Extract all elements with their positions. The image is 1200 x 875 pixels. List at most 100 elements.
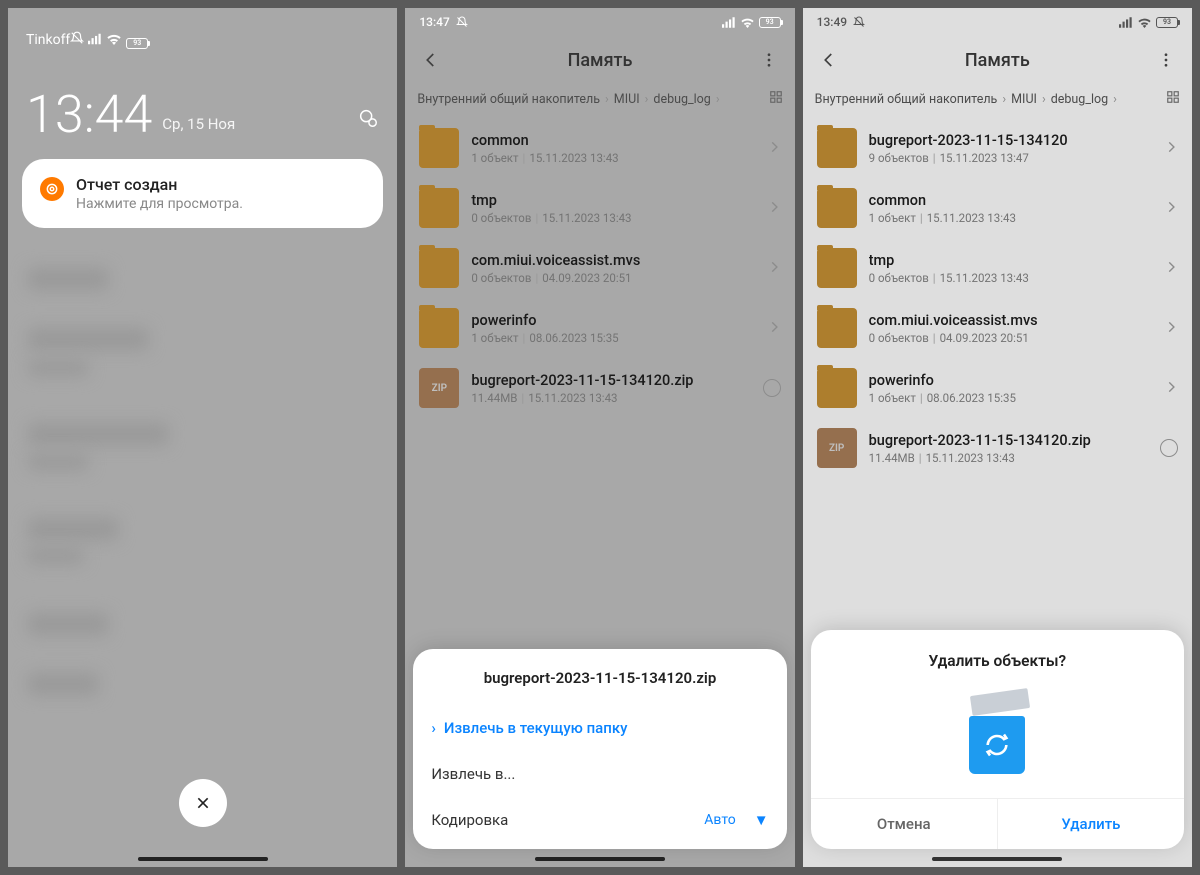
sheet-title: bugreport-2023-11-15-134120.zip — [413, 669, 786, 705]
settings-small-icon[interactable] — [357, 107, 379, 133]
file-meta: 0 объектов|15.11.2023 13:43 — [869, 271, 1152, 285]
file-row[interactable]: common1 объект|15.11.2023 13:43 — [405, 118, 794, 178]
signal-icon — [88, 33, 102, 45]
extract-here-button[interactable]: › Извлечь в текущую папку — [413, 705, 786, 751]
lock-date: Ср, 15 Ноя — [162, 115, 235, 133]
file-meta: 11.44MB|15.11.2023 13:43 — [471, 391, 750, 405]
signal-icon — [1119, 17, 1133, 28]
zip-file-icon: ZIP — [419, 368, 459, 408]
file-row[interactable]: ZIPbugreport-2023-11-15-134120.zip11.44M… — [803, 418, 1192, 478]
wifi-icon — [106, 33, 122, 45]
file-meta: 1 объект|08.06.2023 15:35 — [869, 391, 1152, 405]
chevron-right-icon — [1164, 199, 1178, 218]
signal-icon — [722, 17, 736, 28]
file-name: powerinfo — [471, 312, 754, 329]
chevron-right-icon: › — [431, 719, 436, 737]
chevron-right-icon: › — [605, 92, 609, 107]
file-row[interactable]: com.miui.voiceassist.mvs 0 объектов|04.09… — [405, 238, 794, 298]
chevron-right-icon — [1164, 139, 1178, 158]
file-name: tmp — [471, 192, 754, 209]
breadcrumb-item[interactable]: MIUI — [1011, 92, 1037, 107]
dnd-icon — [70, 31, 84, 45]
lock-time: 13:44 — [26, 89, 152, 141]
battery-icon: 93 — [759, 17, 781, 28]
home-indicator[interactable] — [535, 857, 665, 861]
dismiss-button[interactable] — [179, 779, 227, 827]
chevron-right-icon — [1164, 259, 1178, 278]
battery-icon: 93 — [1156, 17, 1178, 28]
home-indicator[interactable] — [138, 857, 268, 861]
breadcrumb-item[interactable]: debug_log — [653, 92, 710, 107]
file-manager-delete-panel: 13:49 93 Память Внутренний общий накопит… — [803, 8, 1192, 867]
select-radio[interactable] — [763, 379, 781, 397]
file-meta: 1 объект|08.06.2023 15:35 — [471, 331, 754, 345]
file-row[interactable]: tmp 0 объектов|15.11.2023 13:43 — [405, 178, 794, 238]
encoding-row[interactable]: Кодировка Авто ▼ — [413, 797, 786, 843]
file-row[interactable]: powerinfo 1 объект|08.06.2023 15:35 — [405, 298, 794, 358]
home-indicator[interactable] — [932, 857, 1062, 861]
battery-icon: 93 — [126, 38, 148, 49]
folder-icon — [817, 188, 857, 228]
blurred-content — [8, 228, 397, 867]
folder-icon — [419, 248, 459, 288]
chevron-right-icon — [767, 199, 781, 218]
view-grid-icon[interactable] — [769, 90, 783, 108]
view-grid-icon[interactable] — [1166, 90, 1180, 108]
file-name: common — [471, 132, 754, 149]
file-name: com.miui.voiceassist.mvs — [471, 252, 754, 269]
breadcrumb-item[interactable]: Внутренний общий накопитель — [417, 92, 600, 107]
folder-icon — [817, 308, 857, 348]
chevron-right-icon — [767, 319, 781, 338]
notification-card[interactable]: Отчет создан Нажмите для просмотра. — [22, 159, 383, 228]
file-meta: 9 объектов|15.11.2023 13:47 — [869, 151, 1152, 165]
select-radio[interactable] — [1160, 439, 1178, 457]
more-button[interactable] — [749, 51, 789, 69]
notification-body: Нажмите для просмотра. — [76, 196, 243, 212]
delete-title: Удалить объекты? — [811, 652, 1184, 670]
file-name: com.miui.voiceassist.mvs — [869, 312, 1152, 329]
file-meta: 0 объектов|15.11.2023 13:43 — [471, 211, 754, 225]
file-meta: 0 объектов|04.09.2023 20:51 — [869, 331, 1152, 345]
file-name: tmp — [869, 252, 1152, 269]
back-button[interactable] — [411, 51, 451, 69]
file-manager-header: Память — [803, 36, 1192, 84]
notification-title: Отчет создан — [76, 175, 243, 194]
file-row[interactable]: powerinfo 1 объект|08.06.2023 15:35 — [803, 358, 1192, 418]
chevron-right-icon: › — [716, 92, 720, 107]
folder-icon — [419, 128, 459, 168]
file-row[interactable]: com.miui.voiceassist.mvs 0 объектов|04.09… — [803, 298, 1192, 358]
more-button[interactable] — [1146, 51, 1186, 69]
chevron-right-icon — [1164, 379, 1178, 398]
breadcrumb-item[interactable]: MIUI — [614, 92, 640, 107]
file-row[interactable]: bugreport-2023-11-15-1341209 объектов|15… — [803, 118, 1192, 178]
status-time: 13:47 — [419, 15, 449, 29]
file-manager-header: Память — [405, 36, 794, 84]
breadcrumb-item[interactable]: Внутренний общий накопитель — [815, 92, 998, 107]
chevron-right-icon: › — [645, 92, 649, 107]
chevron-right-icon — [767, 259, 781, 278]
file-name: bugreport-2023-11-15-134120.zip — [869, 432, 1148, 449]
carrier-label: Tinkoff — [26, 32, 70, 48]
folder-icon — [817, 248, 857, 288]
file-meta: 0 объектов|04.09.2023 20:51 — [471, 271, 754, 285]
file-name: bugreport-2023-11-15-134120.zip — [471, 372, 750, 389]
file-row[interactable]: ZIP bugreport-2023-11-15-134120.zip 11.44M… — [405, 358, 794, 418]
file-row[interactable]: tmp 0 объектов|15.11.2023 13:43 — [803, 238, 1192, 298]
file-name: powerinfo — [869, 372, 1152, 389]
breadcrumb[interactable]: Внутренний общий накопитель › MIUI › deb… — [405, 84, 794, 118]
page-title: Память — [451, 50, 748, 71]
chevron-right-icon: › — [1113, 92, 1117, 107]
cancel-button[interactable]: Отмена — [811, 799, 998, 849]
zip-file-icon: ZIP — [817, 428, 857, 468]
file-meta: 1 объект|15.11.2023 13:43 — [869, 211, 1152, 225]
wifi-icon — [740, 17, 755, 28]
delete-confirm-sheet: Удалить объекты? Отмена Удалить — [811, 630, 1184, 849]
delete-confirm-button[interactable]: Удалить — [998, 799, 1184, 849]
back-button[interactable] — [809, 51, 849, 69]
file-row[interactable]: common1 объект|15.11.2023 13:43 — [803, 178, 1192, 238]
extract-to-button[interactable]: Извлечь в... — [413, 751, 786, 797]
extract-bottom-sheet: bugreport-2023-11-15-134120.zip › Извлеч… — [413, 649, 786, 849]
breadcrumb-item[interactable]: debug_log — [1051, 92, 1108, 107]
notification-app-icon — [40, 177, 64, 201]
breadcrumb[interactable]: Внутренний общий накопитель › MIUI › deb… — [803, 84, 1192, 118]
